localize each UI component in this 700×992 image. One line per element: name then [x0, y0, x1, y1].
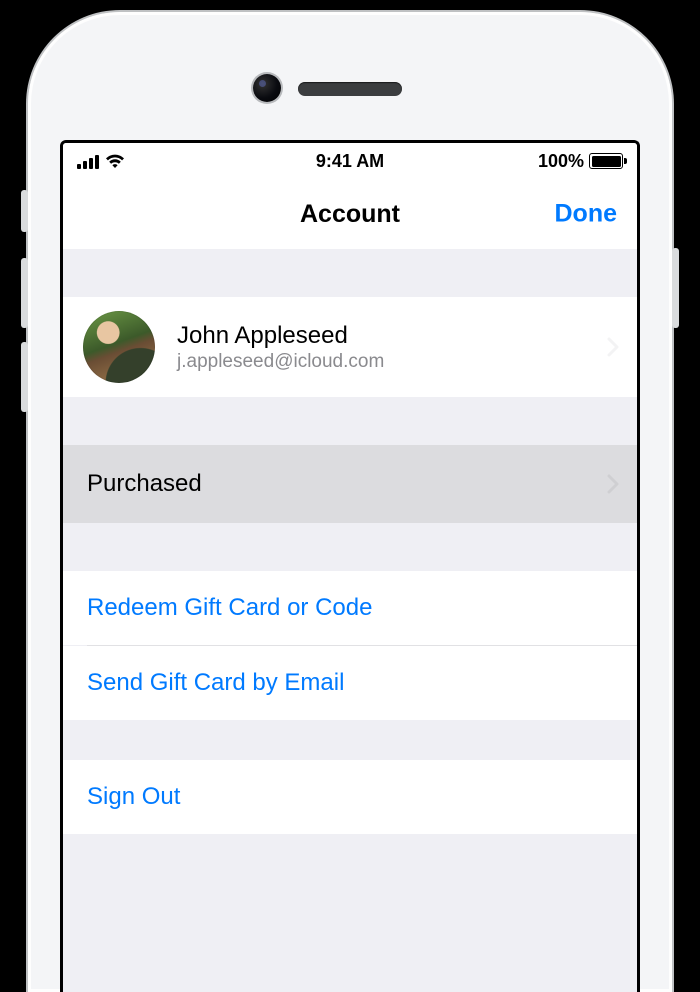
section-gap	[63, 397, 637, 445]
earpiece	[298, 82, 402, 96]
sign-out-row[interactable]: Sign Out	[63, 760, 637, 834]
wifi-icon	[104, 153, 126, 169]
section-gap	[63, 249, 637, 297]
nav-bar: Account Done	[63, 179, 637, 249]
purchased-row[interactable]: Purchased	[63, 445, 637, 523]
sign-out-label: Sign Out	[87, 783, 180, 811]
redeem-gift-card-label: Redeem Gift Card or Code	[87, 594, 372, 622]
chevron-right-icon	[607, 337, 619, 357]
battery-icon	[589, 153, 623, 169]
volume-up-button	[21, 258, 28, 328]
section-gap	[63, 523, 637, 571]
send-gift-card-row[interactable]: Send Gift Card by Email	[63, 646, 637, 720]
avatar	[83, 311, 155, 383]
send-gift-card-label: Send Gift Card by Email	[87, 669, 344, 697]
profile-row[interactable]: John Appleseed j.appleseed@icloud.com	[63, 297, 637, 397]
battery-percent: 100%	[538, 151, 584, 172]
section-gap	[63, 720, 637, 760]
purchased-label: Purchased	[87, 470, 202, 498]
redeem-gift-card-row[interactable]: Redeem Gift Card or Code	[63, 571, 637, 645]
status-time: 9:41 AM	[316, 151, 384, 172]
done-button[interactable]: Done	[555, 200, 618, 229]
phone-frame: 9:41 AM 100% Account Done John Appleseed…	[28, 12, 672, 992]
cellular-signal-icon	[77, 153, 99, 169]
volume-down-button	[21, 342, 28, 412]
mute-switch	[21, 190, 28, 232]
front-camera	[253, 74, 281, 102]
page-title: Account	[300, 200, 400, 229]
status-bar: 9:41 AM 100%	[63, 143, 637, 179]
chevron-right-icon	[607, 474, 619, 494]
profile-name: John Appleseed	[177, 321, 384, 351]
power-button	[672, 248, 679, 328]
profile-email: j.appleseed@icloud.com	[177, 351, 384, 373]
screen: 9:41 AM 100% Account Done John Appleseed…	[60, 140, 640, 992]
